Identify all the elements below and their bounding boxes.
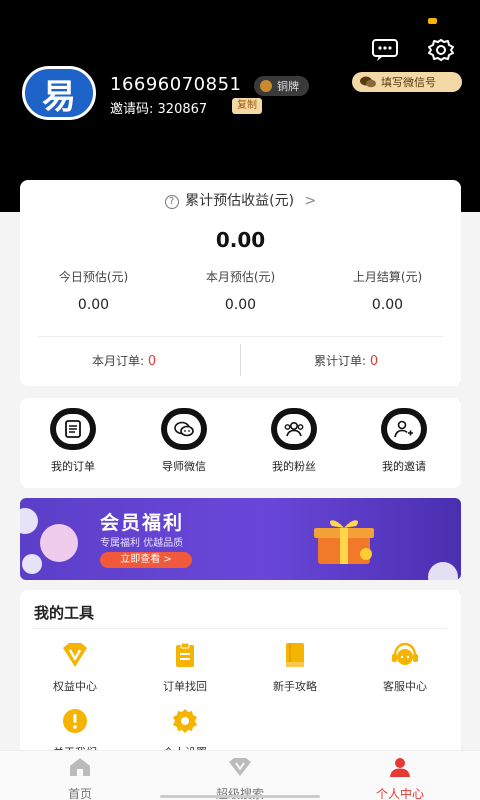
quick-action-label: 我的邀请: [382, 460, 426, 473]
level-badge: 铜牌: [254, 76, 309, 96]
quick-action-label: 我的粉丝: [272, 460, 316, 473]
tool-beginner-guide[interactable]: 新手攻略: [250, 642, 340, 694]
stat-today: 今日预估(元) 0.00: [20, 268, 167, 313]
earnings-title: 累计预估收益(元): [185, 193, 295, 209]
order-list-icon: [65, 420, 81, 438]
quick-action-label: 导师微信: [162, 460, 206, 473]
decor-bubble: [40, 524, 78, 562]
quick-action-invites[interactable]: 我的邀请: [359, 408, 449, 474]
tab-super-search[interactable]: 超级搜索: [190, 757, 290, 800]
help-icon[interactable]: ?: [164, 195, 179, 209]
user-phone: 16696070851: [110, 74, 242, 95]
quick-actions-card: 我的订单 导师微信 我的粉丝 我的邀请: [20, 398, 461, 488]
medal-icon: [260, 80, 272, 92]
stat-label: 今日预估(元): [58, 270, 129, 284]
book-icon: [286, 643, 304, 667]
person-icon: [390, 758, 410, 777]
banner-title: 会员福利: [100, 512, 185, 534]
member-benefits-banner[interactable]: 会员福利 专属福利 优越品质 立即查看 >: [20, 498, 461, 580]
bottom-tab-bar: 首页 超级搜索 个人中心: [0, 750, 480, 800]
total-orders: 累计订单: 0: [314, 352, 378, 369]
quick-action-orders[interactable]: 我的订单: [28, 408, 118, 474]
stat-value: 0.00: [371, 297, 404, 313]
clipboard-icon: [176, 642, 194, 667]
month-orders-value: 0: [147, 354, 157, 369]
stat-value: 0.00: [224, 297, 257, 313]
quick-action-mentor-wechat[interactable]: 导师微信: [139, 408, 229, 474]
earnings-total: 0.00: [215, 228, 266, 252]
tool-label: 客服中心: [383, 680, 427, 693]
tool-label: 订单找回: [163, 680, 207, 693]
tab-personal-center[interactable]: 个人中心: [350, 757, 450, 800]
stat-month: 本月预估(元) 0.00: [167, 268, 314, 313]
earnings-card: ? 累计预估收益(元) > 0.00 今日预估(元) 0.00 本月预估(元) …: [20, 180, 461, 386]
tool-order-recovery[interactable]: 订单找回: [140, 642, 230, 694]
divider: [34, 628, 447, 629]
tool-label: 新手攻略: [273, 680, 317, 693]
decor-bubble: [22, 554, 42, 574]
settings-icon[interactable]: [427, 38, 455, 62]
copy-invite-button[interactable]: 复制: [232, 98, 262, 114]
total-orders-value: 0: [369, 354, 379, 369]
fans-icon: [284, 421, 304, 437]
divider: [38, 336, 443, 337]
wechat-icon: [174, 421, 194, 437]
invite-label: 邀请码:: [110, 102, 154, 117]
vip-diamond-icon: [63, 643, 87, 667]
tab-home[interactable]: 首页: [30, 757, 130, 800]
quick-action-label: 我的订单: [51, 460, 95, 473]
total-orders-label: 累计订单:: [314, 354, 367, 368]
home-indicator: [160, 795, 320, 798]
banner-subtitle: 专属福利 优越品质: [100, 538, 184, 549]
tool-benefits-center[interactable]: 权益中心: [30, 642, 120, 694]
fill-wechat-label: 填写微信号: [381, 76, 436, 89]
notification-dot: [428, 18, 437, 24]
level-badge-label: 铜牌: [277, 80, 299, 93]
earnings-title-link[interactable]: ? 累计预估收益(元) >: [20, 190, 461, 210]
month-orders: 本月订单: 0: [92, 352, 156, 369]
gift-box-icon: [314, 520, 374, 564]
decor-bubble: [20, 508, 38, 534]
banner-cta-button[interactable]: 立即查看 >: [100, 552, 192, 568]
tools-title: 我的工具: [34, 604, 95, 622]
invite-user-icon: [394, 420, 413, 438]
avatar[interactable]: 易: [22, 66, 96, 120]
diamond-search-icon: [229, 758, 251, 776]
stat-value: 0.00: [77, 297, 110, 313]
tool-customer-service[interactable]: 客服中心: [360, 642, 450, 694]
customer-service-icon: [392, 642, 418, 665]
invite-code: 320867: [157, 102, 208, 117]
fill-wechat-button[interactable]: 填写微信号: [352, 72, 462, 92]
tools-card: 我的工具 权益中心 订单找回 新手攻略 客服中心 关于我们 个人设置: [20, 590, 461, 759]
tab-label: 个人中心: [375, 787, 424, 800]
month-orders-label: 本月订单:: [92, 354, 145, 368]
stat-last-month: 上月结算(元) 0.00: [314, 268, 461, 313]
tab-label: 首页: [67, 787, 92, 800]
info-icon: [63, 709, 87, 733]
quick-action-fans[interactable]: 我的粉丝: [249, 408, 339, 474]
invite-code-row: 邀请码: 320867: [110, 98, 207, 117]
decor-bubble: [428, 562, 458, 580]
chevron-right-icon: >: [304, 193, 317, 209]
settings-gear-icon: [173, 709, 197, 733]
divider: [240, 344, 241, 376]
home-icon: [70, 758, 90, 776]
tool-label: 权益中心: [53, 680, 97, 693]
stat-label: 本月预估(元): [205, 270, 276, 284]
stat-label: 上月结算(元): [352, 270, 423, 284]
wechat-small-icon: [360, 76, 376, 88]
message-icon[interactable]: [371, 38, 399, 62]
